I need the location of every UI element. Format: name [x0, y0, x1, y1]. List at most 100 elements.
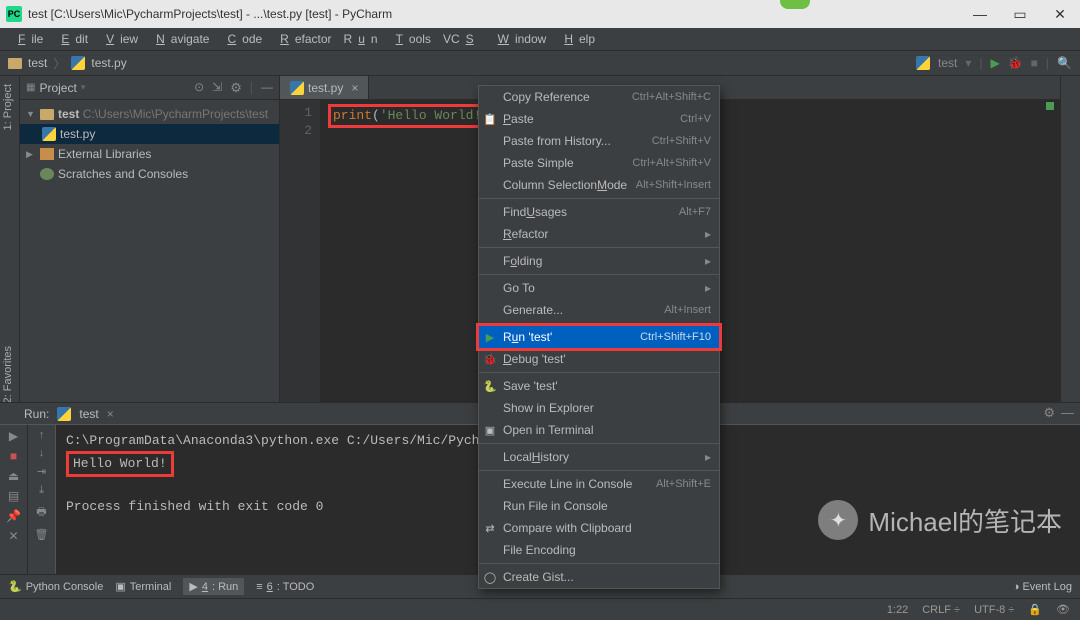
ctx-execute-line[interactable]: Execute Line in ConsoleAlt+Shift+E: [479, 473, 719, 495]
python-icon: 🐍: [483, 380, 497, 393]
tree-project-root[interactable]: ▼ test C:\Users\Mic\PycharmProjects\test: [20, 104, 279, 124]
stop-button[interactable]: ■: [10, 449, 17, 463]
ctx-generate[interactable]: Generate...Alt+Insert: [479, 299, 719, 321]
ctx-show-explorer[interactable]: Show in Explorer: [479, 397, 719, 419]
tab-terminal[interactable]: ▣ Terminal: [115, 578, 171, 595]
event-log-link[interactable]: ◑ Event Log: [1013, 581, 1072, 593]
run-toolbar-secondary: ↑ ↓ ⇥ ⤓ 🖶 🗑: [28, 425, 56, 574]
promo-badge: [780, 0, 810, 9]
breadcrumb-project[interactable]: test: [28, 56, 47, 70]
menubar: File Edit View Navigate Code Refactor Ru…: [0, 28, 1080, 50]
terminal-icon: ▣: [483, 424, 497, 437]
breadcrumb-file[interactable]: test.py: [91, 56, 126, 70]
line-sep[interactable]: CRLF ÷: [922, 604, 960, 616]
ctx-column-selection[interactable]: Column Selection ModeAlt+Shift+Insert: [479, 174, 719, 196]
paste-icon: 📋: [483, 113, 497, 126]
print-button[interactable]: 🖶: [36, 503, 46, 522]
run-config-selector[interactable]: test: [938, 56, 957, 70]
hide-panel-icon[interactable]: —: [261, 80, 273, 96]
vseparator: |: [979, 56, 982, 70]
debug-icon: 🐞: [483, 353, 497, 366]
ctx-compare-clipboard[interactable]: ⇄Compare with Clipboard: [479, 517, 719, 539]
gear-icon[interactable]: ⚙: [230, 80, 242, 96]
ctx-paste-simple[interactable]: Paste SimpleCtrl+Alt+Shift+V: [479, 152, 719, 174]
tab-run[interactable]: ▶ 4: Run: [183, 578, 244, 595]
encoding[interactable]: UTF-8 ÷: [974, 604, 1014, 616]
pin-button[interactable]: 📌: [6, 509, 21, 523]
ctx-paste-history[interactable]: Paste from History...Ctrl+Shift+V: [479, 130, 719, 152]
ctx-paste[interactable]: 📋PasteCtrl+V: [479, 108, 719, 130]
close-icon[interactable]: ×: [351, 81, 358, 95]
hector-icon[interactable]: 👁: [1056, 603, 1070, 616]
ctx-local-history[interactable]: Local History▸: [479, 446, 719, 468]
ctx-goto[interactable]: Go To▸: [479, 277, 719, 299]
menu-tools[interactable]: Tools: [384, 32, 437, 46]
exit-button[interactable]: ⏏: [8, 469, 19, 483]
github-icon: ◯: [483, 571, 497, 584]
minimize-button[interactable]: —: [960, 0, 1000, 28]
softwrap-button[interactable]: ⇥: [37, 465, 46, 478]
editor-tab-testpy[interactable]: test.py×: [280, 76, 369, 99]
menu-file[interactable]: File: [6, 32, 49, 46]
gear-icon[interactable]: ⚙: [1043, 405, 1055, 421]
compare-icon: ⇄: [483, 522, 497, 535]
ctx-open-terminal[interactable]: ▣Open in Terminal: [479, 419, 719, 441]
menu-help[interactable]: Help: [552, 32, 601, 46]
menu-view[interactable]: View: [94, 32, 144, 46]
tree-file-testpy[interactable]: test.py: [20, 124, 279, 144]
debug-button[interactable]: 🐞: [1008, 56, 1023, 70]
close-button[interactable]: ✕: [1040, 0, 1080, 28]
up-button[interactable]: ↑: [39, 429, 45, 441]
tab-python-console[interactable]: 🐍 Python Console: [8, 578, 103, 595]
python-icon: [71, 56, 85, 70]
scroll-from-source-icon[interactable]: ⊙: [194, 80, 204, 96]
ctx-debug-test[interactable]: 🐞Debug 'test': [479, 348, 719, 370]
close-icon[interactable]: ×: [107, 407, 114, 421]
down-button[interactable]: ↓: [39, 447, 45, 459]
project-panel: ▦Project▾ ⊙ ⇲ ⚙ | — ▼ test C:\Users\Mic\…: [20, 76, 280, 402]
pycharm-icon: PC: [6, 6, 22, 22]
ctx-create-gist[interactable]: ◯Create Gist...: [479, 566, 719, 588]
ctx-run-test[interactable]: ▶Run 'test'Ctrl+Shift+F10: [479, 326, 719, 348]
ctx-folding[interactable]: Folding▸: [479, 250, 719, 272]
run-label: Run:: [24, 407, 49, 421]
ctx-save-test[interactable]: 🐍Save 'test': [479, 375, 719, 397]
maximize-button[interactable]: ▭: [1000, 0, 1040, 28]
inspection-indicator[interactable]: [1046, 102, 1054, 110]
menu-window[interactable]: Window: [486, 32, 553, 46]
layout-button[interactable]: ▤: [8, 489, 19, 503]
run-button[interactable]: ▶: [990, 56, 999, 70]
stop-button[interactable]: ■: [1031, 56, 1038, 70]
ctx-find-usages[interactable]: Find UsagesAlt+F7: [479, 201, 719, 223]
hide-icon[interactable]: —: [1061, 405, 1074, 421]
rerun-button[interactable]: ▶: [9, 429, 18, 443]
run-tab[interactable]: test: [79, 407, 98, 421]
clear-button[interactable]: 🗑: [35, 528, 49, 541]
ctx-file-encoding[interactable]: File Encoding: [479, 539, 719, 561]
close-button[interactable]: ✕: [8, 529, 18, 543]
run-toolbar-primary: ▶ ■ ⏏ ▤ 📌 ✕: [0, 425, 28, 574]
menu-edit[interactable]: Edit: [49, 32, 94, 46]
search-button[interactable]: 🔍: [1057, 56, 1072, 70]
tree-external-libraries[interactable]: ▶External Libraries: [20, 144, 279, 164]
readonly-lock-icon[interactable]: 🔒: [1028, 603, 1042, 616]
menu-vcs[interactable]: VCS: [437, 32, 486, 46]
ctx-run-file-console[interactable]: Run File in Console: [479, 495, 719, 517]
menu-run[interactable]: Run: [338, 32, 384, 46]
tab-todo[interactable]: ≡ 6: TODO: [256, 578, 314, 595]
menu-code[interactable]: Code: [215, 32, 268, 46]
python-icon: [916, 56, 930, 70]
editor-context-menu: Copy ReferenceCtrl+Alt+Shift+C 📋PasteCtr…: [478, 85, 720, 589]
collapse-all-icon[interactable]: ⇲: [212, 80, 222, 96]
titlebar: PC test [C:\Users\Mic\PycharmProjects\te…: [0, 0, 1080, 28]
ctx-refactor[interactable]: Refactor▸: [479, 223, 719, 245]
sidetab-project[interactable]: 1: Project: [0, 76, 16, 138]
sidetab-favorites[interactable]: 2: Favorites: [0, 338, 16, 411]
scrolltoend-button[interactable]: ⤓: [39, 484, 44, 497]
menu-refactor[interactable]: Refactor: [268, 32, 337, 46]
tree-scratches[interactable]: Scratches and Consoles: [20, 164, 279, 184]
cursor-pos[interactable]: 1:22: [887, 604, 908, 616]
menu-navigate[interactable]: Navigate: [144, 32, 215, 46]
statusbar: 1:22 CRLF ÷ UTF-8 ÷ 🔒 👁: [0, 598, 1080, 620]
ctx-copy-reference[interactable]: Copy ReferenceCtrl+Alt+Shift+C: [479, 86, 719, 108]
